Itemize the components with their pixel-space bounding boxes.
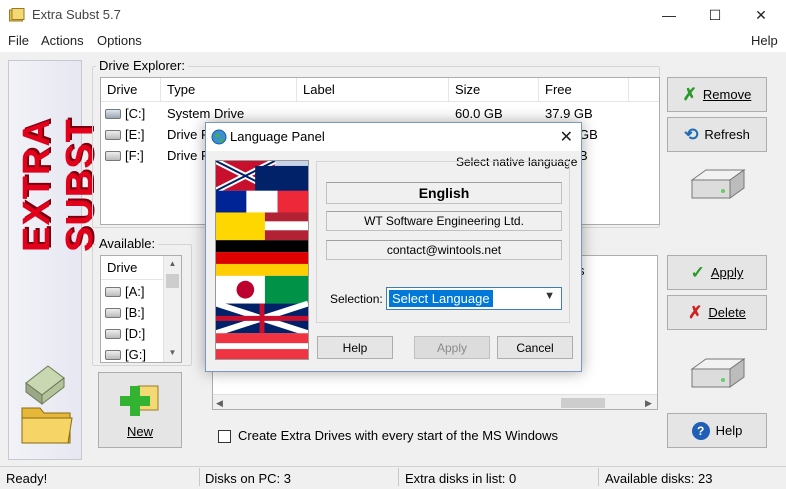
menu-help[interactable]: Help: [751, 33, 778, 48]
language-select[interactable]: Select Language ▼: [386, 287, 562, 310]
dialog-help-button[interactable]: Help: [317, 336, 393, 359]
new-drive-icon: [120, 385, 159, 416]
drive-icon: [105, 150, 121, 161]
column-header-size[interactable]: Size: [449, 78, 539, 102]
scroll-left-icon[interactable]: ◀: [216, 395, 223, 409]
help-button[interactable]: ? Help: [667, 413, 767, 448]
chevron-down-icon[interactable]: ▼: [544, 290, 555, 302]
menu-file[interactable]: File: [8, 33, 29, 48]
hard-drive-icon: [690, 358, 746, 388]
column-header-label[interactable]: Label: [297, 78, 449, 102]
type-cell: System Drive: [167, 106, 245, 121]
scroll-down-icon[interactable]: ▼: [164, 345, 181, 361]
available-scrollbar[interactable]: ▲ ▼: [163, 256, 181, 362]
drive-icon: [105, 328, 121, 339]
drive-icon: [105, 286, 121, 297]
available-label: Available:: [96, 236, 159, 251]
drive-cell: [E:]: [105, 124, 145, 145]
startup-checkbox-label[interactable]: Create Extra Drives with every start of …: [238, 428, 558, 443]
flags-image: [215, 160, 309, 360]
dialog-title-bar[interactable]: Language Panel ✕: [206, 123, 581, 151]
minimize-button[interactable]: —: [646, 0, 692, 30]
banner-logo-text: EXTRA SUBST: [16, 118, 101, 252]
hard-drive-icon: [690, 169, 746, 199]
status-ready: Ready!: [6, 471, 48, 486]
available-header: Drive: [101, 256, 163, 280]
drive-explorer-header: Drive Type Label Size Free: [101, 78, 659, 102]
maximize-button[interactable]: ☐: [692, 0, 738, 30]
status-available-disks: Available disks: 23: [605, 471, 713, 486]
language-select-value: Select Language: [389, 290, 493, 307]
dialog-apply-button[interactable]: Apply: [414, 336, 490, 359]
language-display: English: [326, 182, 562, 204]
close-button[interactable]: ✕: [738, 0, 784, 30]
selection-label: Selection:: [330, 292, 383, 306]
table-row[interactable]: [C:] System Drive 60.0 GB 37.9 GB: [101, 103, 659, 124]
help-icon: ?: [691, 421, 710, 440]
folder-drive-icon: [21, 365, 73, 444]
scroll-right-icon[interactable]: ▶: [645, 395, 652, 409]
status-separator: [598, 468, 599, 486]
scroll-thumb[interactable]: [561, 398, 605, 408]
drive-icon: [105, 349, 121, 360]
delete-button[interactable]: ✗ Delete: [667, 295, 767, 330]
drive-icon: [105, 129, 121, 140]
status-separator: [199, 468, 200, 486]
size-cell: 60.0 GB: [455, 106, 503, 121]
dialog-title: Language Panel: [230, 129, 325, 144]
refresh-button[interactable]: ⟲ Refresh: [667, 117, 767, 152]
scroll-up-icon[interactable]: ▲: [164, 256, 181, 272]
column-header-drive[interactable]: Drive: [101, 78, 161, 102]
checkmark-icon: ✓: [690, 263, 705, 282]
startup-checkbox[interactable]: [218, 430, 231, 443]
language-panel-dialog: Language Panel ✕ Select native language …: [205, 122, 582, 372]
free-cell: 37.9 GB: [545, 106, 593, 121]
minimize-icon: —: [662, 7, 676, 23]
drive-icon: [105, 307, 121, 318]
extra-drives-hscrollbar[interactable]: ◀ ▶: [213, 394, 657, 409]
dialog-cancel-button[interactable]: Cancel: [497, 336, 573, 359]
available-drive-list[interactable]: Drive [A:] [B:] [D:] [G:] ▲ ▼: [100, 255, 182, 363]
refresh-icon: ⟲: [684, 125, 699, 144]
system-drive-icon: [105, 108, 121, 119]
drive-explorer-label: Drive Explorer:: [96, 58, 188, 73]
app-icon: [9, 8, 25, 22]
type-cell: Drive F: [167, 127, 209, 142]
globe-icon: [211, 129, 227, 145]
title-bar[interactable]: Extra Subst 5.7 — ☐ ✕: [0, 0, 786, 30]
close-icon[interactable]: ✕: [560, 127, 573, 147]
maximize-icon: ☐: [708, 6, 722, 23]
delete-x-icon: ✗: [688, 303, 703, 322]
column-header-drive[interactable]: Drive: [101, 256, 163, 280]
apply-button[interactable]: ✓ Apply: [667, 255, 767, 290]
remove-button[interactable]: ✗ Remove: [667, 77, 767, 112]
column-header-free[interactable]: Free: [539, 78, 629, 102]
scroll-thumb[interactable]: [166, 274, 179, 288]
menu-options[interactable]: Options: [97, 33, 142, 48]
type-cell: Drive F: [167, 148, 209, 163]
status-extra-disks: Extra disks in list: 0: [405, 471, 517, 486]
status-disks-on-pc: Disks on PC: 3: [205, 471, 291, 486]
status-separator: [398, 468, 399, 486]
window-title: Extra Subst 5.7: [32, 7, 121, 22]
new-button[interactable]: New: [98, 372, 182, 448]
column-header-type[interactable]: Type: [161, 78, 297, 102]
close-icon: ✕: [755, 6, 767, 23]
remove-icon: ✗: [682, 85, 697, 104]
drive-cell: [C:]: [105, 103, 145, 124]
menu-actions[interactable]: Actions: [41, 33, 84, 48]
company-display: WT Software Engineering Ltd.: [326, 211, 562, 231]
menu-bar: File Actions Options Help: [0, 30, 786, 52]
drive-cell: [F:]: [105, 145, 144, 166]
contact-display: contact@wintools.net: [326, 240, 562, 260]
